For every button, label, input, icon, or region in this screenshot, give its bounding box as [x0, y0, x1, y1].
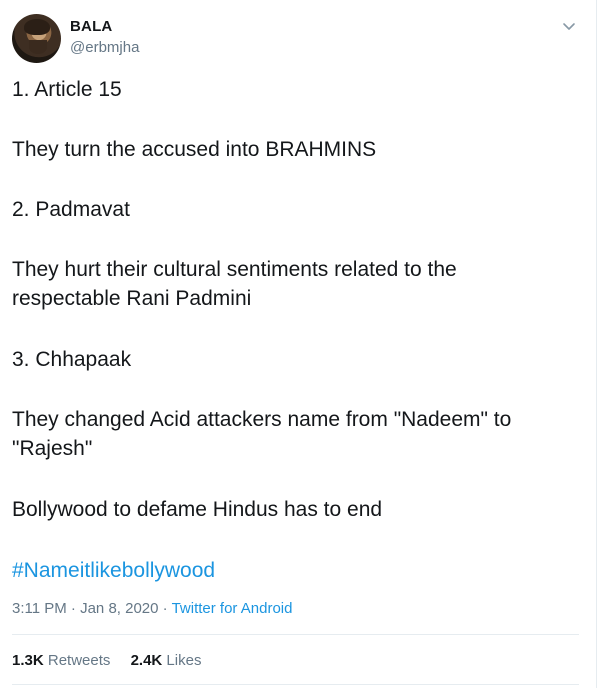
- meta-separator: ·: [162, 600, 168, 617]
- divider: [12, 634, 579, 635]
- tweet-line: They changed Acid attackers name from "N…: [12, 408, 512, 431]
- tweet-line: Bollywood to defame Hindus has to end: [12, 498, 383, 521]
- tweet-time[interactable]: 3:11 PM: [12, 600, 67, 617]
- tweet-line: They hurt their cultural sentiments rela…: [12, 258, 457, 281]
- divider: [12, 684, 579, 685]
- tweet-meta: 3:11 PM · Jan 8, 2020 · Twitter for Andr…: [12, 600, 292, 617]
- avatar-hair: [24, 19, 50, 35]
- chevron-down-icon[interactable]: [560, 17, 578, 35]
- tweet-header: BALA @erbmjha: [12, 14, 582, 66]
- tweet-line: 2. Padmavat: [12, 198, 130, 221]
- retweets-label: Retweets: [47, 652, 111, 669]
- likes-stat[interactable]: 2.4K Likes: [131, 652, 202, 669]
- tweet-line: respectable Rani Padmini: [12, 287, 252, 310]
- retweets-stat[interactable]: 1.3K Retweets: [12, 652, 115, 669]
- likes-label: Likes: [166, 652, 202, 669]
- tweet-source-link[interactable]: Twitter for Android: [172, 600, 293, 617]
- tweet-line: 1. Article 15: [12, 78, 122, 101]
- tweet-line: 3. Chhapaak: [12, 348, 132, 371]
- hashtag-link[interactable]: #Nameitlikebollywood: [12, 557, 215, 585]
- avatar[interactable]: [12, 14, 61, 63]
- display-name[interactable]: BALA: [70, 18, 112, 35]
- retweets-count: 1.3K: [12, 652, 44, 669]
- tweet-stats: 1.3K Retweets 2.4K Likes: [12, 652, 217, 669]
- tweet-line: They turn the accused into BRAHMINS: [12, 138, 377, 161]
- avatar-beard: [29, 40, 47, 54]
- tweet-date[interactable]: Jan 8, 2020: [80, 600, 158, 617]
- tweet-line: "Rajesh": [12, 437, 93, 460]
- user-handle[interactable]: @erbmjha: [70, 39, 139, 56]
- meta-separator: ·: [70, 600, 76, 617]
- likes-count: 2.4K: [130, 652, 163, 669]
- tweet-card: BALA @erbmjha 1. Article 15 They turn th…: [0, 0, 597, 688]
